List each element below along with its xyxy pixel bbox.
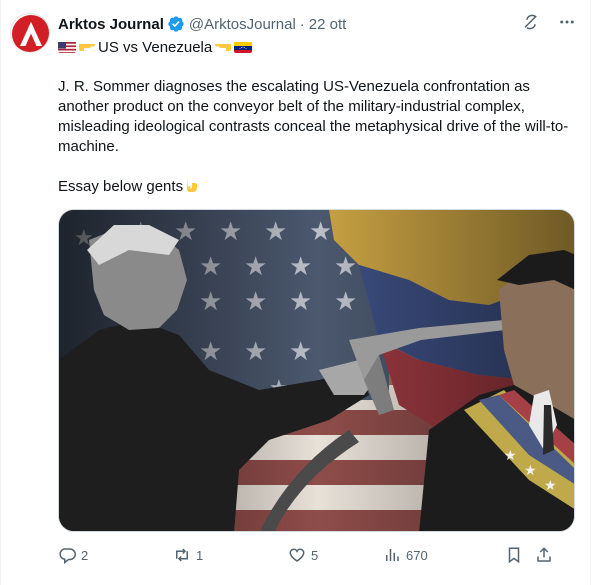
author-name[interactable]: Arktos Journal: [58, 16, 164, 33]
like-count: 5: [311, 547, 319, 563]
svg-text:★: ★: [524, 463, 537, 479]
bookmark-icon: [505, 546, 523, 564]
repost-count: 1: [196, 547, 204, 563]
reply-count: 2: [81, 547, 89, 563]
post-date[interactable]: 22 ott: [309, 16, 347, 33]
repost-button[interactable]: 1: [173, 546, 268, 564]
action-bar: 2 1 5 670: [58, 545, 578, 565]
repost-icon: [173, 546, 191, 564]
bookmark-button[interactable]: [505, 546, 523, 564]
share-button[interactable]: [535, 546, 553, 564]
share-icon: [535, 546, 553, 564]
like-icon: [288, 546, 306, 564]
us-venezuela-illustration: ★ ★ ★ ★ ★ ★ ★ ★ ★ ★ ★ ★ ★ ★ ★ ★ ★ ★ ★ ★: [59, 210, 574, 531]
svg-text:★: ★: [544, 478, 557, 494]
subtitle-text: US vs Venezuela: [98, 38, 213, 56]
post-paragraph-2-text: Essay below gents: [58, 178, 184, 195]
verified-badge-icon[interactable]: [167, 15, 185, 33]
grok-icon[interactable]: [522, 13, 540, 31]
separator-dot: ·: [299, 15, 305, 33]
like-button[interactable]: 5: [288, 546, 383, 564]
svg-text:★: ★: [504, 448, 517, 464]
more-icon[interactable]: [558, 13, 576, 31]
pointing-down-emoji: [184, 177, 198, 199]
post-container[interactable]: Arktos Journal @ArktosJournal · 22 ott U…: [0, 0, 591, 585]
pointing-left-emoji: [214, 39, 232, 55]
post-paragraph: J. R. Sommer diagnoses the escalating US…: [58, 78, 569, 155]
post-subtitle: US vs Venezuela: [58, 37, 253, 57]
author-handle[interactable]: @ArktosJournal: [189, 16, 296, 33]
reply-icon: [58, 546, 76, 564]
venezuela-flag: [234, 41, 253, 53]
views-icon: [383, 546, 401, 564]
views-count: 670: [406, 547, 428, 563]
author-avatar[interactable]: [10, 13, 50, 53]
post-body: J. R. Sommer diagnoses the escalating US…: [58, 77, 578, 199]
post-paragraph-2: Essay below gents: [58, 177, 578, 199]
us-flag: [58, 41, 76, 53]
post-image[interactable]: ★ ★ ★ ★ ★ ★ ★ ★ ★ ★ ★ ★ ★ ★ ★ ★ ★ ★ ★ ★: [58, 209, 575, 532]
views-button[interactable]: 670: [383, 546, 473, 564]
reply-button[interactable]: 2: [58, 546, 122, 564]
pointing-right-emoji: [78, 39, 96, 55]
post-header: Arktos Journal @ArktosJournal · 22 ott: [58, 13, 576, 35]
arktos-logo-icon: [12, 15, 49, 52]
